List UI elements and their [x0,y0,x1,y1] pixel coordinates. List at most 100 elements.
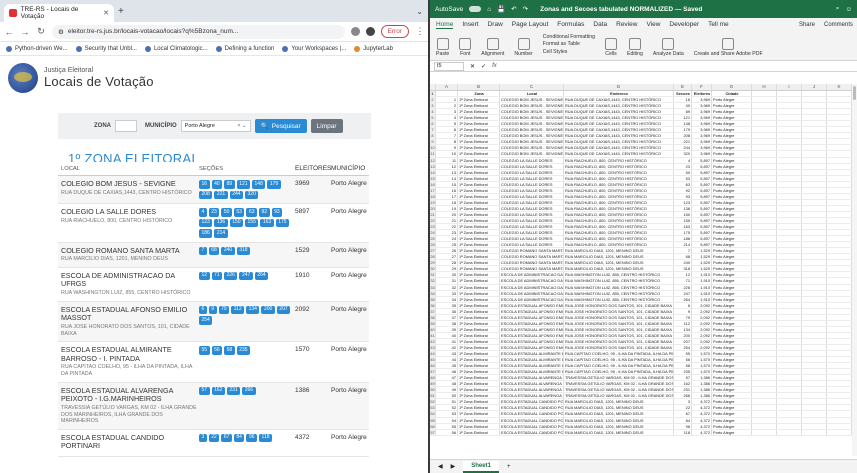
cell[interactable] [827,103,852,109]
cell[interactable]: Porto Alegre [712,133,752,139]
cell[interactable] [827,351,852,357]
cell[interactable]: RUA DUQUE DE CAXIAS,1443, CENTRO HISTÓRI… [564,109,674,115]
cell[interactable]: 3 [436,109,458,115]
cell[interactable] [802,91,827,97]
menu-kebab-icon[interactable]: ⋮ [415,26,425,37]
cell[interactable] [802,429,827,435]
cell[interactable] [827,181,852,187]
cell[interactable] [752,151,777,157]
profile-avatar-icon[interactable] [365,27,375,36]
cell[interactable]: 1ª Zona Eleitoral [458,121,500,127]
section-badge[interactable]: 226 [224,271,238,281]
cell[interactable] [777,320,802,326]
cell[interactable] [802,417,827,423]
cell[interactable]: 1ª Zona Eleitoral [458,393,500,399]
cell[interactable]: 18 [436,199,458,205]
tab-draw[interactable]: Draw [488,21,503,28]
cell[interactable] [752,332,777,338]
cell[interactable]: 1ª Zona Eleitoral [458,423,500,429]
cell[interactable]: RUA WASHINGTON LUIZ, 855, CENTRO HISTÓRI… [564,284,674,290]
cell[interactable] [752,369,777,375]
cell[interactable] [752,217,777,224]
cell[interactable]: Porto Alegre [712,224,752,230]
cell[interactable] [802,121,827,127]
cell[interactable] [777,157,802,163]
cell[interactable]: ESCOLA ESTADUAL ALVARENGA PEIXOTO - I.G.… [500,381,564,387]
cell[interactable]: 1ª Zona Eleitoral [458,145,500,151]
section-badge[interactable]: 264 [254,271,269,281]
cell[interactable] [802,151,827,157]
col-header[interactable]: C [500,84,564,90]
forward-icon[interactable]: → [20,27,30,37]
cell[interactable]: 43 [436,351,458,357]
cell[interactable] [827,405,852,411]
cell[interactable]: 2 [436,103,458,109]
clear-select-icon[interactable]: × ⌄ [237,123,246,129]
cell[interactable]: 48 [436,381,458,387]
cell[interactable]: 1ª Zona Eleitoral [458,199,500,205]
cell[interactable]: RUA DUQUE DE CAXIAS,1443, CENTRO HISTÓRI… [564,151,674,157]
cell[interactable]: 7 [436,133,458,139]
cell[interactable]: 25 [436,242,458,248]
number-button[interactable]: Number [514,38,533,57]
cell[interactable] [827,338,852,344]
cell[interactable]: 84 [674,417,692,423]
cell[interactable]: Porto Alegre [712,236,752,242]
cell[interactable]: 54 [436,417,458,423]
cell[interactable]: ESCOLA ESTADUAL ALMIRANTE BARROSO - I. P… [500,369,564,375]
cell[interactable]: Porto Alegre [712,357,752,363]
section-badge[interactable]: 231 [226,386,241,396]
cell[interactable] [802,181,827,187]
cell[interactable] [752,236,777,242]
cell[interactable]: RUA MARCILIO DIAS, 1201, MENINO DEUS [564,411,674,417]
cell[interactable] [827,423,852,429]
cell[interactable] [827,260,852,266]
cell[interactable]: RUA RIACHUELO, 800, CENTRO HISTÓRICO [564,217,674,224]
cell[interactable] [777,205,802,211]
cell[interactable]: 5,897 [692,205,712,211]
cell[interactable]: 79 [674,314,692,320]
cell[interactable]: 2,092 [692,308,712,314]
cell[interactable] [752,278,777,284]
cell[interactable]: Porto Alegre [712,278,752,284]
cell[interactable]: 5,897 [692,175,712,181]
cell[interactable]: ESCOLA ESTADUAL AFONSO EMILIO MASSOT [500,308,564,314]
cell[interactable] [827,205,852,211]
cell[interactable]: 50 [436,393,458,399]
section-badge[interactable]: 4 [199,208,207,217]
cell[interactable]: 28 [436,260,458,266]
cell[interactable] [752,296,777,302]
cell[interactable]: 112 [674,320,692,326]
cell[interactable] [752,193,777,199]
cell[interactable] [827,429,852,435]
cell[interactable]: Porto Alegre [712,115,752,121]
cell[interactable]: RUA MARCILIO DIAS, 1201, MENINO DEUS [564,260,674,266]
cell[interactable] [777,236,802,242]
cell[interactable] [827,217,852,224]
cell[interactable] [752,181,777,187]
cell[interactable]: 27 [436,254,458,260]
cell[interactable]: 20 [436,211,458,217]
cell[interactable]: Cidade [712,91,752,97]
cell[interactable]: 71 [674,278,692,284]
cell[interactable]: ESCOLA ESTADUAL ALVARENGA PEIXOTO - I.G.… [500,387,564,393]
cell[interactable]: 186 [674,236,692,242]
cell[interactable]: ESCOLA DE ADMINISTRACAO DA UFRGS [500,272,564,278]
cell[interactable]: 1ª Zona Eleitoral [458,272,500,278]
cell[interactable]: 214 [674,242,692,248]
cell[interactable]: Porto Alegre [712,320,752,326]
section-badge[interactable]: 96 [246,433,258,443]
cell[interactable] [802,393,827,399]
cell[interactable]: 5,897 [692,187,712,193]
cell[interactable] [827,363,852,369]
scroll-thumb[interactable] [853,86,856,100]
tab-developer[interactable]: Developer [669,21,699,28]
cell[interactable]: 5,897 [692,169,712,175]
cell[interactable]: Porto Alegre [712,205,752,211]
cell[interactable]: 37 [436,314,458,320]
cell[interactable]: Endereco [564,91,674,97]
cell[interactable] [802,278,827,284]
cell[interactable] [777,417,802,423]
cell[interactable]: Porto Alegre [712,290,752,296]
cell[interactable] [777,344,802,351]
